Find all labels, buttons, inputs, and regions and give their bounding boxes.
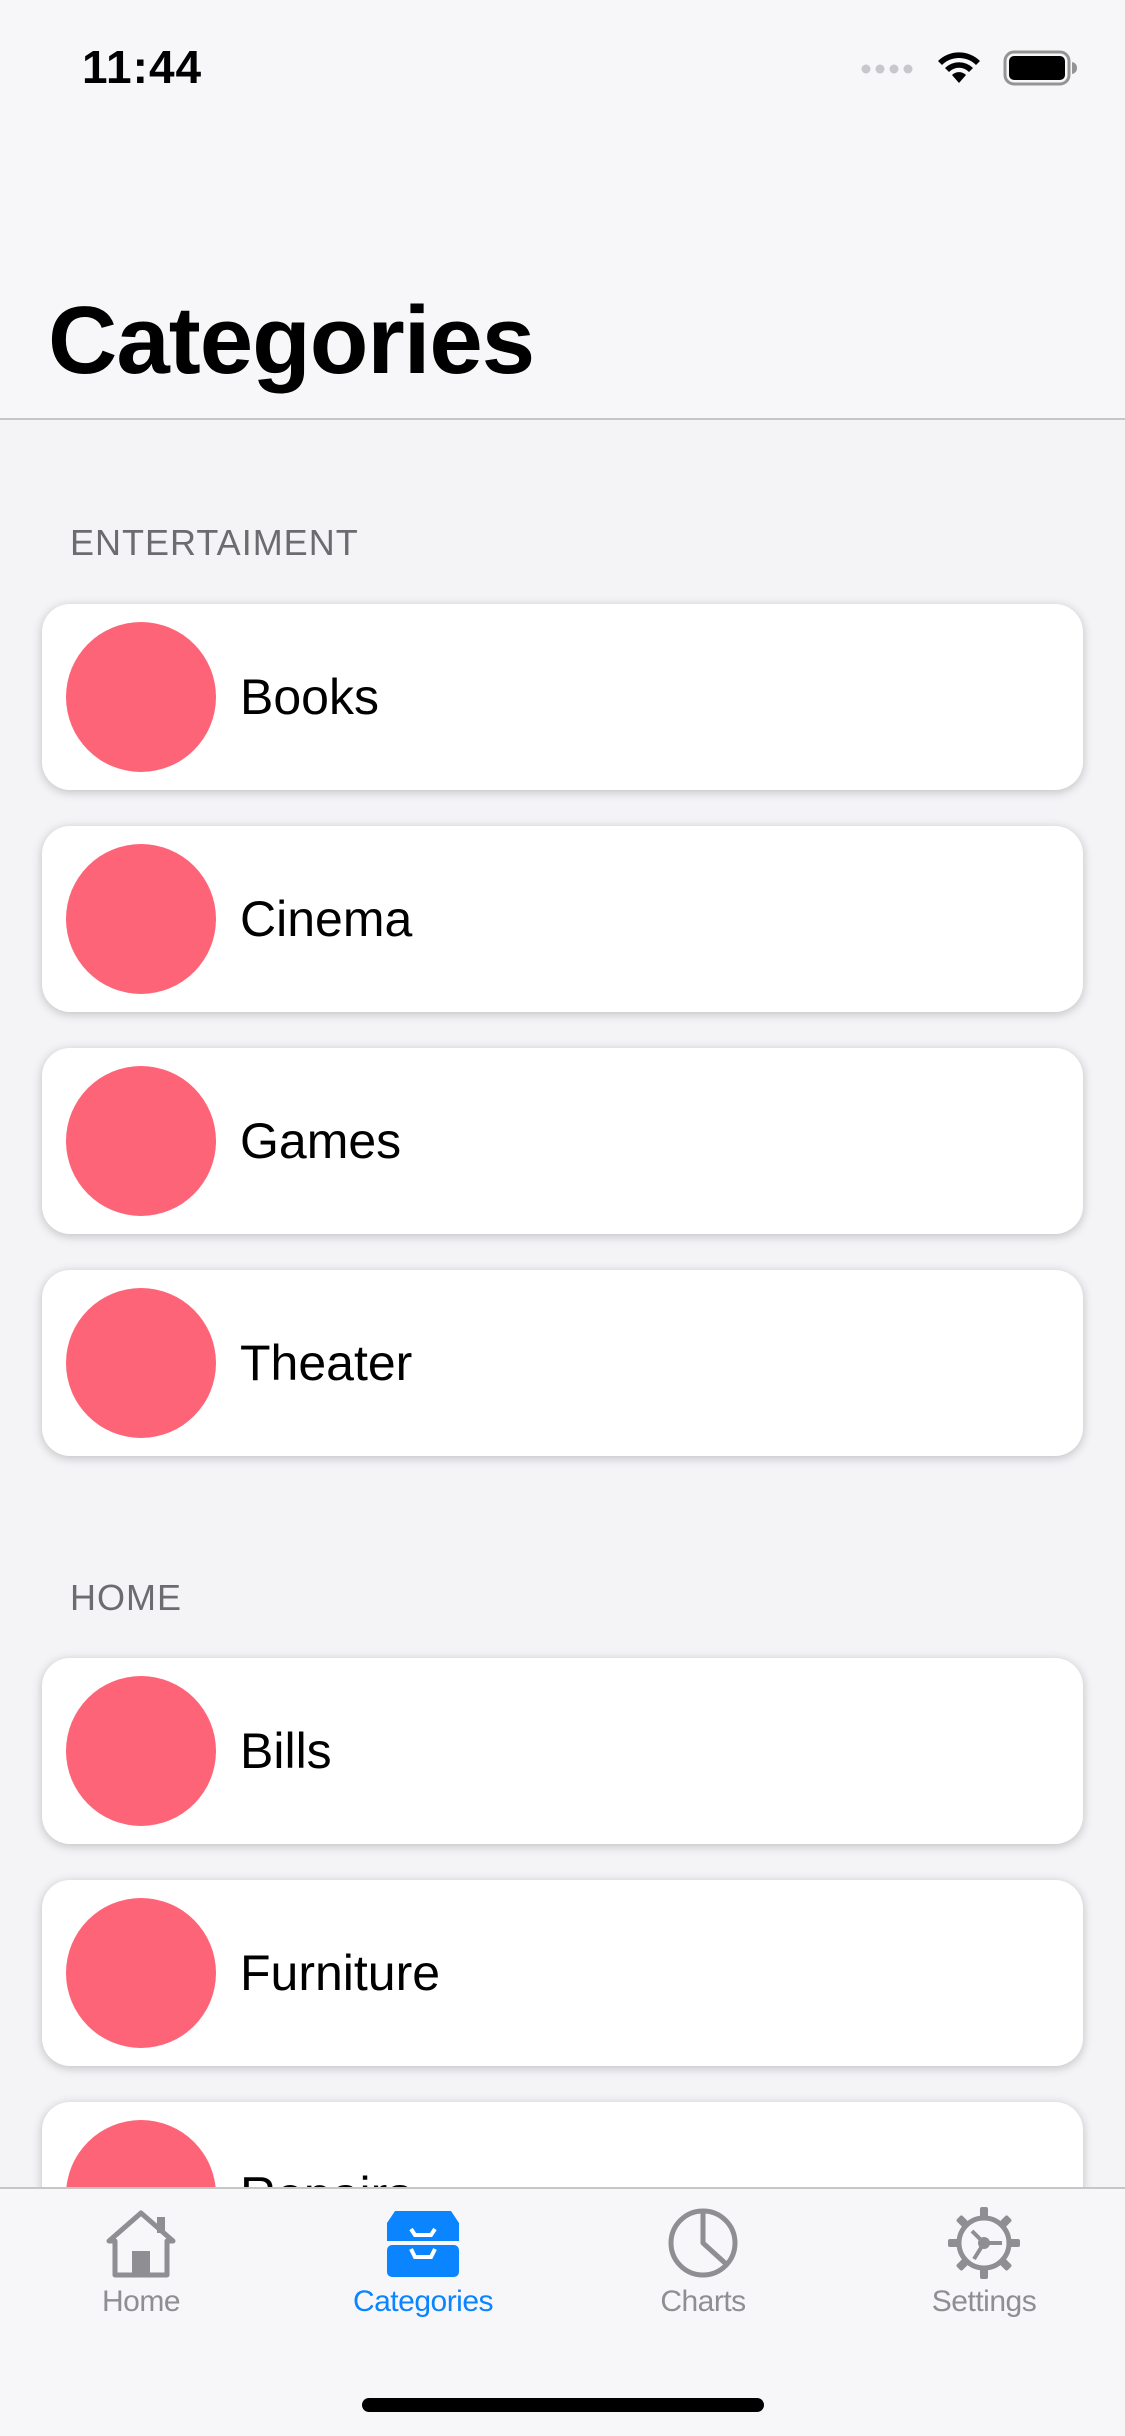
tray-icon [323, 2207, 523, 2279]
category-label: Games [240, 1113, 402, 1169]
wifi-icon [937, 51, 981, 90]
category-card-theater[interactable]: Theater [42, 1270, 1083, 1456]
house-icon [41, 2207, 241, 2279]
category-color-dot [66, 1898, 216, 2048]
category-card-books[interactable]: Books [42, 604, 1083, 790]
categories-screen: 11:44 Categories ENTERTAIMENT Books Cine… [0, 0, 1125, 2436]
signal-dots-icon [861, 62, 915, 80]
tab-home[interactable]: Home [41, 2207, 241, 2347]
category-card-cinema[interactable]: Cinema [42, 826, 1083, 1012]
page-title: Categories [48, 287, 535, 394]
category-color-dot [66, 2120, 216, 2187]
category-label: Repairs [240, 2166, 412, 2187]
gear-icon [884, 2207, 1084, 2279]
battery-icon [1003, 50, 1079, 91]
section-header-home: HOME [70, 1577, 182, 1618]
category-color-dot [66, 622, 216, 772]
category-color-dot [66, 1288, 216, 1438]
tab-categories[interactable]: Categories [323, 2207, 523, 2347]
category-card-games[interactable]: Games [42, 1048, 1083, 1234]
category-card-bills[interactable]: Bills [42, 1658, 1083, 1844]
category-label: Bills [240, 1723, 332, 1779]
category-card-repairs[interactable]: Repairs [42, 2102, 1083, 2187]
tab-label: Settings [931, 2285, 1037, 2318]
home-indicator[interactable] [362, 2398, 764, 2412]
tab-charts[interactable]: Charts [603, 2207, 803, 2347]
status-time: 11:44 [82, 41, 203, 93]
category-label: Theater [240, 1335, 413, 1391]
status-bar: 11:44 [0, 0, 1125, 140]
tab-label: Charts [660, 2285, 746, 2318]
tab-label: Categories [352, 2285, 494, 2318]
pie-chart-icon [603, 2207, 803, 2279]
category-color-dot [66, 844, 216, 994]
section-header-entertainment: ENTERTAIMENT [70, 522, 359, 563]
category-label: Cinema [240, 891, 413, 947]
tab-label: Home [101, 2285, 181, 2318]
navigation-header: Categories [0, 140, 1125, 420]
category-card-furniture[interactable]: Furniture [42, 1880, 1083, 2066]
category-label: Furniture [240, 1945, 441, 2001]
status-icons [861, 50, 1079, 91]
category-label: Books [240, 669, 379, 725]
category-color-dot [66, 1676, 216, 1826]
category-list[interactable]: ENTERTAIMENT Books Cinema Games Theater … [0, 422, 1125, 2187]
category-color-dot [66, 1066, 216, 1216]
tab-settings[interactable]: Settings [884, 2207, 1084, 2347]
